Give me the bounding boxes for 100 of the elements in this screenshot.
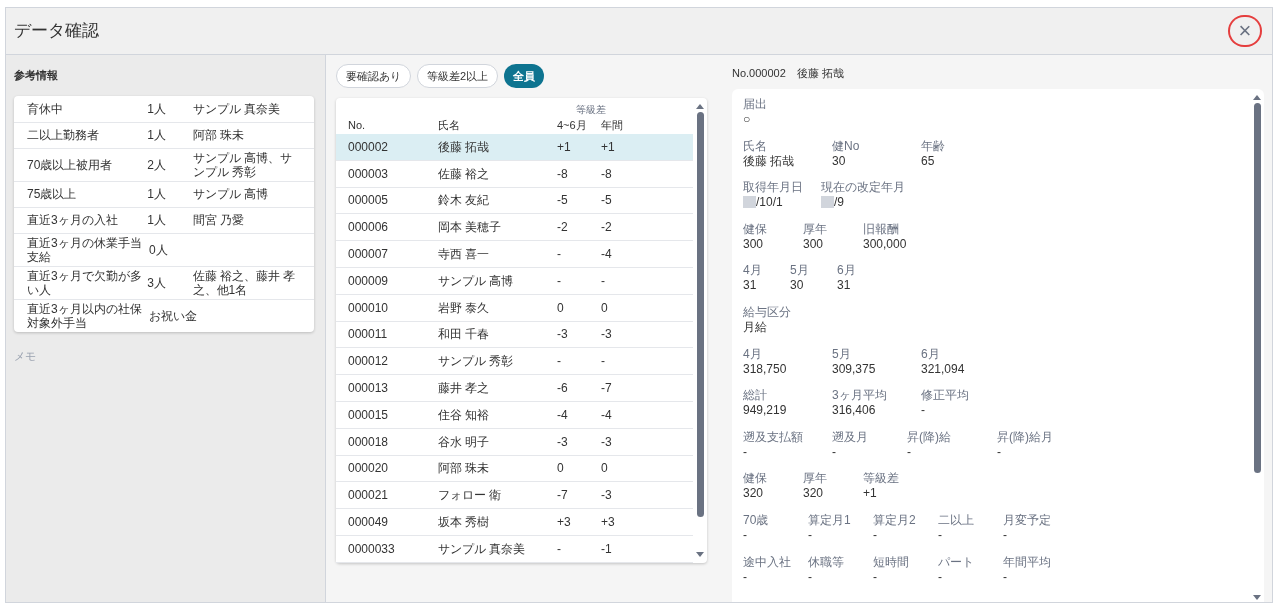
field-label: 年間平均 (1003, 554, 1052, 569)
scrollbar-thumb[interactable] (1253, 103, 1261, 473)
field-label: 6月 (837, 263, 857, 278)
table-row[interactable]: 000018 谷水 明子 -3 -3 (336, 428, 693, 456)
table-row[interactable]: 000003 佐藤 裕之 -8 -8 (336, 160, 693, 188)
table-cell-text: フォロー 衛 (438, 487, 503, 505)
field-value: - (808, 526, 812, 543)
table-cell-text: 000009 (347, 272, 390, 290)
table-row[interactable]: 000002 後藤 拓哉 +1 +1 (336, 134, 693, 161)
filter-chip[interactable]: 要確認あり (336, 64, 411, 88)
table-cell-text: 後藤 拓哉 (438, 138, 491, 156)
table-cell-text: -5 (557, 192, 569, 210)
table-row[interactable]: 000010 岩野 泰久 0 0 (336, 294, 693, 322)
table-row[interactable]: 000009 サンプル 高博 - - (336, 268, 693, 295)
field-value: - (997, 443, 1001, 460)
table-cell-text: -6 (557, 380, 569, 398)
table-cell-text: 住谷 知裕 (438, 406, 491, 424)
table-cell-text: 0 (601, 299, 609, 317)
table-row[interactable]: 000013 藤井 孝之 -6 -7 (336, 375, 693, 402)
table-row[interactable]: 000021 フォロー 衛 -7 -3 (336, 482, 693, 510)
table-cell-text: -3 (601, 433, 613, 451)
table-cell-text: 二以上勤務者 (27, 128, 100, 142)
field-value: 949,219 (743, 402, 787, 419)
table-cell-text: -3 (557, 326, 569, 344)
table-row[interactable]: 000007 寺西 喜一 - -4 (336, 241, 693, 268)
table-cell-text: -3 (601, 326, 613, 344)
field-value: - (938, 568, 942, 585)
table-cell-text: 1人 (147, 128, 167, 142)
field-label: 総計 (743, 388, 768, 403)
field-label: 旧報酬 (863, 221, 900, 236)
field-label: 修正平均 (921, 388, 970, 403)
field-value: - (1003, 568, 1007, 585)
table-cell-text: 000003 (347, 165, 390, 183)
table-cell-text: 2人 (147, 157, 167, 172)
table-cell-text: - (557, 246, 562, 264)
table-cell-text: 000012 (347, 353, 390, 371)
field-value: /9 (834, 194, 844, 211)
table-row[interactable]: 000006 岡本 美穂子 -2 -2 (336, 214, 693, 242)
table-cell-text: -8 (557, 165, 569, 183)
field-value: - (1003, 526, 1007, 543)
table-cell-text: サンプル 高博 (192, 187, 269, 201)
field-value: - (743, 443, 747, 460)
field-value: - (743, 568, 747, 585)
field-value: 316,406 (832, 402, 876, 419)
table-cell-text: -5 (601, 192, 613, 210)
field-label: 4月 (743, 263, 763, 278)
table-cell-text: 岡本 美穂子 (438, 219, 503, 237)
field-label: 健No (832, 138, 861, 153)
table-cell-text: 000007 (347, 246, 390, 264)
field-label: 算定月2 (873, 512, 917, 527)
field-value: /10/1 (756, 194, 783, 211)
table-cell-text: 1人 (147, 187, 167, 201)
table-cell-text: -2 (557, 219, 569, 237)
field-value: 31 (743, 277, 757, 294)
table-row[interactable]: 0000033 サンプル 真奈美 - -1 (336, 535, 693, 563)
table-cell-text: サンプル 高博、サンプル 秀彰 (192, 150, 293, 179)
table-cell-text: - (601, 272, 606, 290)
table-cell-text: サンプル 真奈美 (438, 540, 527, 558)
table-row[interactable]: 000015 住谷 知裕 -4 -4 (336, 401, 693, 429)
table-cell-text: 000011 (347, 326, 389, 344)
field-label: 厚年 (803, 221, 828, 236)
table-cell-text: -7 (557, 487, 569, 505)
table-row[interactable]: 000020 阿部 珠未 0 0 (336, 455, 693, 483)
table-cell-text: 佐藤 裕之 (438, 165, 491, 183)
column-header: 4~6月 (557, 118, 588, 133)
table-cell-text: 直近3ヶ月の入社 (27, 213, 119, 227)
table-cell-text: - (557, 540, 562, 558)
field-label: 健保 (743, 221, 768, 236)
table-cell-text: 坂本 秀樹 (438, 514, 491, 532)
field-value: 65 (921, 152, 935, 169)
table-row[interactable]: 000049 坂本 秀樹 +3 +3 (336, 509, 693, 536)
table-cell-text: 000018 (347, 433, 390, 451)
table-row[interactable]: 000012 サンプル 秀彰 - - (336, 348, 693, 376)
field-label: 等級差 (863, 471, 900, 486)
field-label: 70歳 (743, 512, 770, 527)
table-cell-text: 000013 (347, 380, 390, 398)
close-button[interactable]: × (1230, 17, 1260, 45)
scroll-down-icon[interactable] (696, 552, 704, 557)
field-value: - (743, 526, 747, 543)
table-cell-text: -2 (601, 219, 613, 237)
field-label: 昇(降)給 (907, 429, 952, 444)
table-cell-text: 直近3ヶ月の休業手当支給 (27, 235, 143, 264)
table-cell-text: 000010 (347, 299, 390, 317)
table-row[interactable]: 000011 和田 千春 -3 -3 (336, 321, 693, 349)
field-label: 途中入社 (743, 554, 792, 569)
filter-chip[interactable]: 等級差2以上 (417, 64, 499, 88)
scrollbar-thumb[interactable] (696, 112, 704, 517)
scroll-down-icon[interactable] (1253, 595, 1261, 600)
field-label: 二以上 (938, 512, 975, 527)
table-cell-text: - (557, 353, 562, 371)
table-cell-text: 1人 (147, 213, 167, 227)
column-header: No. (347, 118, 367, 133)
table-cell-text: +1 (601, 138, 616, 156)
table-cell-text: 000020 (347, 460, 390, 478)
table-cell-text: 0000033 (347, 540, 396, 558)
field-label: 5月 (832, 346, 852, 361)
table-row[interactable]: 000005 鈴木 友紀 -5 -5 (336, 187, 693, 215)
table-cell: お祝い金 (149, 308, 195, 323)
column-group-header: 等級差 (576, 103, 606, 117)
filter-chip[interactable]: 全員 (504, 64, 545, 88)
